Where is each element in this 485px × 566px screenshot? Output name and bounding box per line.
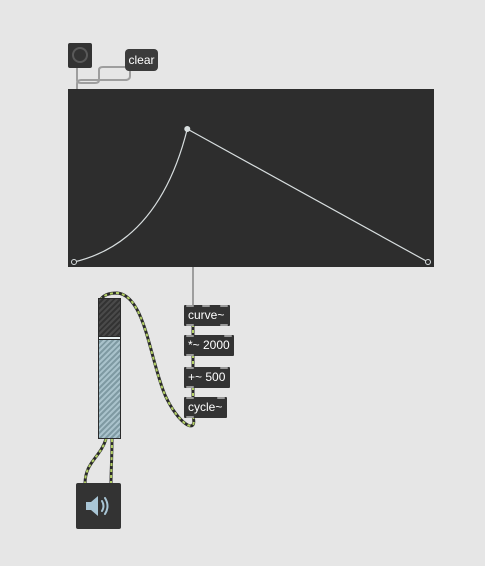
function-editor[interactable] — [68, 89, 434, 267]
curve-object[interactable]: curve~ — [184, 305, 230, 326]
cord-gain-to-dac-left — [84, 438, 107, 485]
outlet[interactable] — [186, 386, 194, 388]
gain-slider-track-top — [99, 299, 120, 336]
patcher-canvas[interactable]: clear curve~ *~ 2000 +~ 500 cycle~ — [0, 0, 485, 566]
multiply-object[interactable]: *~ 2000 — [184, 335, 234, 356]
outlet[interactable] — [186, 354, 194, 356]
inlet[interactable] — [186, 367, 194, 369]
cord-bang-to-function — [76, 66, 126, 84]
speaker-icon — [86, 496, 109, 516]
cord-gain-to-dac-right — [110, 438, 113, 485]
inlet[interactable] — [220, 305, 228, 307]
inlet[interactable] — [217, 397, 225, 399]
function-point[interactable] — [71, 259, 77, 265]
function-segment — [73, 128, 188, 263]
inlet[interactable] — [224, 335, 232, 337]
inlet[interactable] — [186, 335, 194, 337]
bang-button[interactable] — [68, 43, 92, 68]
clear-message-button[interactable]: clear — [125, 49, 158, 71]
inlet[interactable] — [186, 305, 194, 307]
function-point[interactable] — [184, 126, 191, 132]
add-object-label: +~ 500 — [188, 370, 226, 384]
gain-slider-handle[interactable] — [99, 336, 120, 340]
add-object[interactable]: +~ 500 — [184, 367, 230, 388]
bang-icon — [72, 47, 88, 63]
function-segment — [186, 128, 429, 263]
patch-cords — [76, 66, 196, 485]
gain-slider[interactable] — [98, 298, 121, 439]
function-breakpoints[interactable] — [68, 89, 434, 267]
outlet[interactable] — [220, 324, 228, 326]
inlet[interactable] — [202, 305, 210, 307]
cord-clear-to-function — [76, 71, 131, 89]
dac-speaker-button[interactable] — [76, 483, 121, 529]
cycle-object[interactable]: cycle~ — [184, 397, 227, 418]
outlet[interactable] — [186, 416, 194, 418]
multiply-object-label: *~ 2000 — [188, 338, 230, 352]
outlet[interactable] — [186, 324, 194, 326]
function-point[interactable] — [425, 259, 431, 265]
inlet[interactable] — [220, 367, 228, 369]
cycle-object-label: cycle~ — [188, 400, 223, 414]
inlet[interactable] — [186, 397, 194, 399]
curve-object-label: curve~ — [188, 308, 225, 322]
